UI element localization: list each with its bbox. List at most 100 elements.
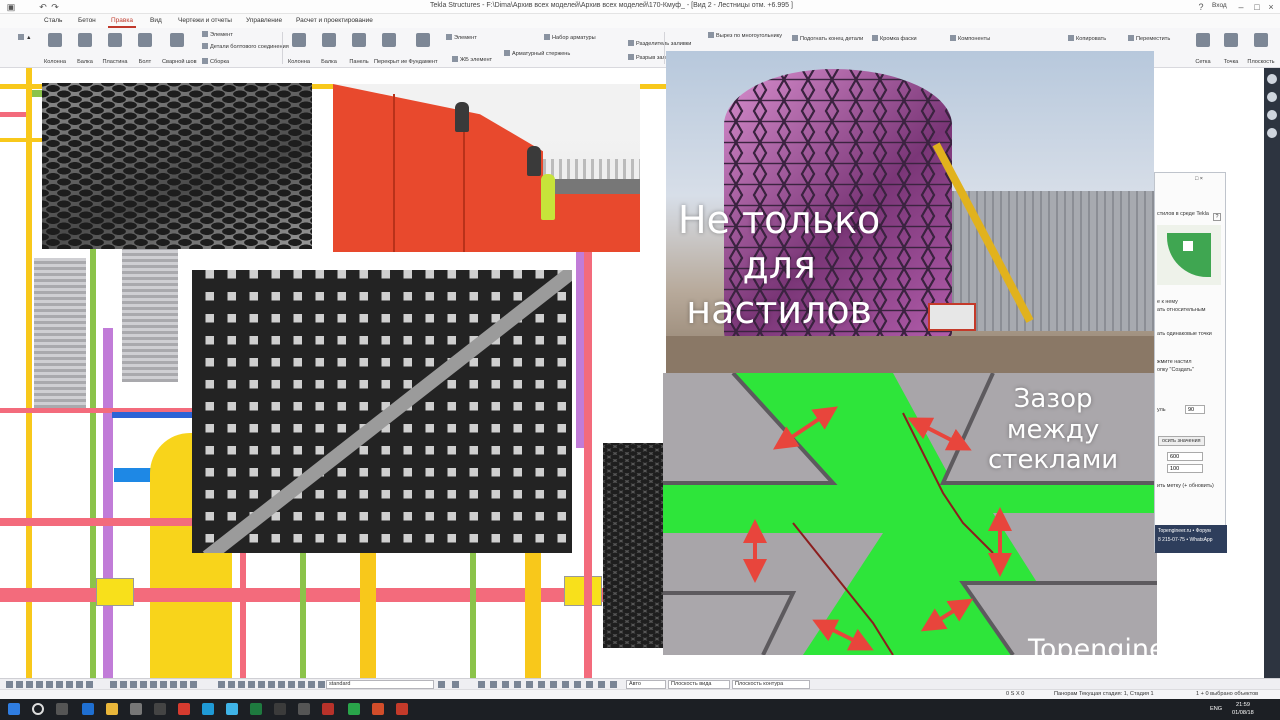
components-button[interactable]: Компоненты	[950, 35, 990, 42]
view-icon[interactable]	[586, 681, 593, 688]
weld-button[interactable]: Сварной шов	[162, 30, 197, 66]
snap-icon[interactable]	[268, 681, 275, 688]
snap-icon[interactable]	[238, 681, 245, 688]
mail-icon[interactable]	[154, 703, 166, 715]
snap-icon[interactable]	[298, 681, 305, 688]
view-icon[interactable]	[574, 681, 581, 688]
tab-concrete[interactable]: Бетон	[78, 17, 96, 24]
snap-icon[interactable]	[150, 681, 157, 688]
tekla-icon[interactable]	[396, 703, 408, 715]
login-link[interactable]: Вход	[1212, 2, 1227, 9]
select-icon[interactable]	[16, 681, 23, 688]
app-icon[interactable]	[322, 703, 334, 715]
help-icon[interactable]: ?	[1196, 2, 1206, 12]
view-icon[interactable]	[562, 681, 569, 688]
rebar-button[interactable]: Арматурный стержень	[504, 50, 570, 57]
store-icon[interactable]	[130, 703, 142, 715]
view-icon[interactable]	[538, 681, 545, 688]
camtasia-icon[interactable]	[348, 703, 360, 715]
tab-manage[interactable]: Управление	[246, 17, 282, 24]
steel-beam-button[interactable]: Балка	[70, 30, 100, 66]
snap-icon[interactable]	[278, 681, 285, 688]
excel-icon[interactable]	[250, 703, 262, 715]
panel-button[interactable]: Панель	[344, 30, 374, 66]
contour-plane-select[interactable]: Плоскость контура	[732, 680, 810, 689]
view-icon[interactable]	[598, 681, 605, 688]
view-icon[interactable]	[550, 681, 557, 688]
concrete-column-button[interactable]: Колонна	[284, 30, 314, 66]
concrete-part-button[interactable]: Элемент	[446, 34, 477, 41]
snap-icon[interactable]	[258, 681, 265, 688]
tab-analysis-design[interactable]: Расчет и проектирование	[296, 17, 373, 24]
tab-view[interactable]: Вид	[150, 17, 162, 24]
steel-plate-button[interactable]: Пластина	[100, 30, 130, 66]
maximize-icon[interactable]: □	[1252, 2, 1262, 12]
view-icon[interactable]	[514, 681, 521, 688]
save-icon[interactable]: ▣	[6, 2, 16, 12]
snap-icon[interactable]	[110, 681, 117, 688]
plane-button[interactable]: Плоскость	[1246, 30, 1276, 66]
select-icon[interactable]	[76, 681, 83, 688]
tab-edit[interactable]: Правка	[111, 17, 133, 24]
view-icon[interactable]	[526, 681, 533, 688]
pour-break-button[interactable]: Разделитель заливки	[628, 40, 691, 47]
filter-icon[interactable]	[452, 681, 459, 688]
keyboard-language[interactable]: ENG	[1210, 706, 1222, 712]
opera-icon[interactable]	[178, 703, 190, 715]
clock-time[interactable]: 21:59	[1236, 702, 1250, 708]
assembly-button[interactable]: Сборка	[202, 58, 229, 65]
dialog-close-icon[interactable]: □ ×	[1195, 176, 1203, 182]
select-icon[interactable]	[26, 681, 33, 688]
views-icon[interactable]	[1267, 128, 1277, 138]
angle-input[interactable]	[1185, 405, 1205, 414]
snap-icon[interactable]	[120, 681, 127, 688]
catalog-icon[interactable]	[1267, 110, 1277, 120]
snap-icon[interactable]	[160, 681, 167, 688]
view-plane-select[interactable]: Плоскость вида	[668, 680, 730, 689]
bolt-details-button[interactable]: Детали болтового соединения	[202, 43, 289, 50]
select-icon[interactable]	[46, 681, 53, 688]
snap-icon[interactable]	[248, 681, 255, 688]
snap-icon[interactable]	[228, 681, 235, 688]
auto-select[interactable]: Авто	[626, 680, 666, 689]
polygon-cut-button[interactable]: Вырез по многоугольнику	[708, 32, 782, 39]
snap-icon[interactable]	[190, 681, 197, 688]
chamfer-edge-button[interactable]: Кромка фаски	[872, 35, 917, 42]
selection-filter-select[interactable]: standard	[326, 680, 434, 689]
select-tool[interactable]: ▲	[18, 34, 32, 41]
value-input-1[interactable]	[1167, 452, 1203, 461]
snap-icon[interactable]	[130, 681, 137, 688]
dialog-help-button[interactable]: ?	[1213, 213, 1221, 221]
edge-browser-icon[interactable]	[82, 703, 94, 715]
redo-icon[interactable]: ↷	[50, 2, 60, 12]
file-explorer-icon[interactable]	[106, 703, 118, 715]
move-button[interactable]: Переместить	[1128, 35, 1170, 42]
snap-icon[interactable]	[140, 681, 147, 688]
copy-button[interactable]: Копировать	[1068, 35, 1106, 42]
tab-drawings-reports[interactable]: Чертежи и отчеты	[178, 17, 232, 24]
settings-icon[interactable]	[1267, 92, 1277, 102]
task-view-icon[interactable]	[56, 703, 68, 715]
view-icon[interactable]	[478, 681, 485, 688]
snap-icon[interactable]	[308, 681, 315, 688]
snap-icon[interactable]	[218, 681, 225, 688]
select-icon[interactable]	[86, 681, 93, 688]
undo-icon[interactable]: ↶	[38, 2, 48, 12]
app-icon[interactable]	[372, 703, 384, 715]
apply-values-button[interactable]: осить значения	[1158, 436, 1205, 446]
app-icon[interactable]	[298, 703, 310, 715]
tab-steel[interactable]: Сталь	[44, 17, 62, 24]
properties-icon[interactable]	[1267, 74, 1277, 84]
steel-column-button[interactable]: Колонна	[40, 30, 70, 66]
search-icon[interactable]	[32, 703, 44, 715]
snap-icon[interactable]	[180, 681, 187, 688]
snap-icon[interactable]	[318, 681, 325, 688]
filter-icon[interactable]	[438, 681, 445, 688]
view-icon[interactable]	[490, 681, 497, 688]
value-input-2[interactable]	[1167, 464, 1203, 473]
select-icon[interactable]	[56, 681, 63, 688]
telegram-icon[interactable]	[226, 703, 238, 715]
footing-button[interactable]: Фундамент	[408, 30, 438, 66]
steel-part-button[interactable]: Элемент	[202, 31, 233, 38]
rebar-set-button[interactable]: Набор арматуры	[544, 34, 596, 41]
